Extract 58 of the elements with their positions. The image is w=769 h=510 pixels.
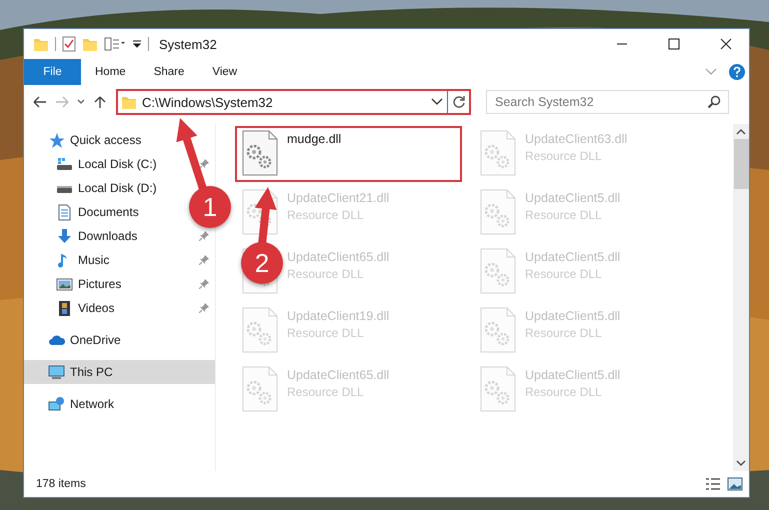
network-icon (48, 396, 65, 412)
address-bar[interactable]: C:\Windows\System32 (116, 89, 471, 115)
sidebar-item[interactable]: Network (24, 392, 118, 416)
properties-icon[interactable] (104, 37, 126, 51)
file-name[interactable]: mudge.dll (287, 132, 342, 146)
forward-arrow-icon (54, 95, 70, 109)
chevron-down-icon[interactable] (431, 98, 443, 106)
close-icon (720, 38, 732, 50)
dll-file-icon (241, 307, 279, 353)
star-icon (48, 132, 65, 148)
dll-file-icon (479, 366, 517, 412)
details-view-icon[interactable] (705, 477, 721, 491)
ribbon-tab[interactable]: Share (140, 59, 198, 85)
ribbon-tab[interactable]: Home (81, 59, 140, 85)
back-arrow-icon (32, 95, 48, 109)
back-button[interactable] (32, 95, 48, 109)
search-icon[interactable] (707, 95, 721, 109)
sidebar-item[interactable]: Music (24, 248, 114, 272)
search-field[interactable]: Search System32 (486, 90, 729, 114)
large-icons-view-icon[interactable] (727, 477, 743, 491)
scroll-up-icon[interactable] (736, 128, 746, 135)
file-item[interactable]: mudge.dll (235, 126, 462, 182)
folder-icon (121, 94, 137, 110)
dll-file-icon (241, 366, 279, 412)
sidebar-item[interactable]: Videos (24, 296, 118, 320)
ribbon-tab[interactable]: View (198, 59, 252, 85)
sidebar-item[interactable]: Pictures (24, 272, 126, 296)
picture-icon (56, 276, 73, 292)
sidebar-item[interactable]: OneDrive (24, 328, 125, 352)
checklist-icon[interactable] (62, 36, 76, 52)
dll-file-icon (479, 189, 517, 235)
refresh-icon (452, 95, 466, 109)
sidebar-item[interactable]: Local Disk (C:) (24, 152, 161, 176)
drive-icon (56, 156, 73, 172)
dropdown-icon[interactable] (132, 39, 142, 49)
scroll-thumb[interactable] (734, 139, 748, 189)
sidebar-item[interactable]: Quick access (24, 128, 146, 152)
scrollbar[interactable] (733, 124, 749, 471)
help-icon[interactable] (729, 64, 745, 80)
sidebar-item[interactable]: Downloads (24, 224, 142, 248)
window-title: System32 (159, 36, 218, 52)
dll-file-icon (479, 307, 517, 353)
item-count: 178 items (36, 478, 87, 490)
document-icon (56, 204, 73, 220)
sidebar-item[interactable]: Local Disk (D:) (24, 176, 161, 200)
film-icon (56, 300, 73, 316)
monitor-icon (48, 364, 65, 380)
dll-file-icon (241, 130, 279, 176)
file-menu-button[interactable]: File (24, 59, 81, 85)
sidebar-item[interactable]: Documents (24, 200, 143, 224)
scroll-down-icon[interactable] (736, 460, 746, 467)
maximize-icon (668, 38, 680, 50)
up-button[interactable] (92, 95, 108, 109)
dll-file-icon (479, 130, 517, 176)
up-arrow-icon (92, 95, 108, 109)
sidebar-item[interactable]: This PC (24, 360, 215, 384)
dll-file-icon (479, 248, 517, 294)
download-arrow-icon (56, 228, 73, 244)
